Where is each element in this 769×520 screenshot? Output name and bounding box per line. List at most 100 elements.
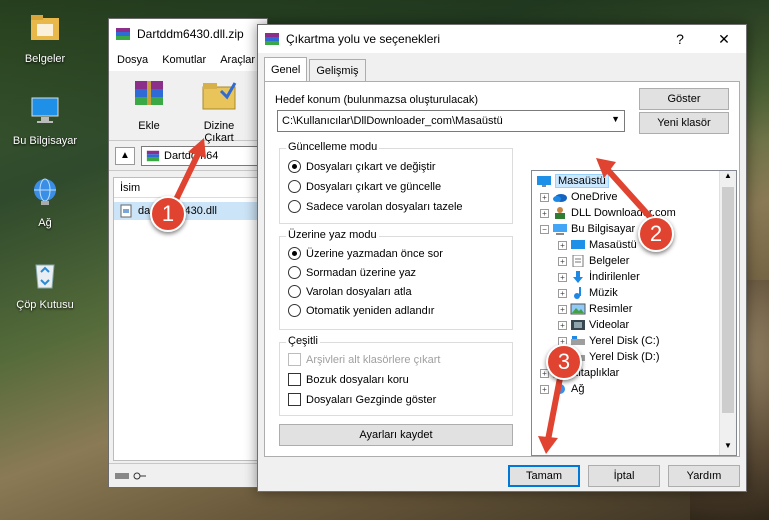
target-label: Hedef konum (bulunmazsa oluşturulacak) xyxy=(275,94,478,106)
desktop-icon-this-pc[interactable]: Bu Bilgisayar xyxy=(5,92,85,147)
expand-icon[interactable]: + xyxy=(558,272,567,282)
desktop-icon-recycle-bin[interactable]: Çöp Kutusu xyxy=(5,256,85,311)
column-header-name[interactable]: İsim xyxy=(114,178,266,198)
tree-item-videos[interactable]: + Videolar xyxy=(558,317,629,333)
documents-icon xyxy=(572,255,584,267)
checkbox-disabled xyxy=(288,353,301,366)
dialog-titlebar[interactable]: Çıkartma yolu ve seçenekleri ? ✕ xyxy=(258,25,746,53)
overwrite-mode-title: Üzerine yaz modu xyxy=(286,229,379,241)
overwrite-option-skip[interactable]: Varolan dosyaları atla xyxy=(288,285,412,298)
save-settings-button[interactable]: Ayarları kaydet xyxy=(279,424,513,446)
misc-option-subfolders: Arşivleri alt klasörlere çıkart xyxy=(288,353,440,366)
radio[interactable] xyxy=(288,200,301,213)
help-button[interactable]: Yardım xyxy=(668,465,740,487)
tree-item-pictures[interactable]: + Resimler xyxy=(558,301,632,317)
show-button[interactable]: Göster xyxy=(639,88,729,110)
path-field[interactable]: Dartddm64 xyxy=(141,145,267,166)
expand-icon[interactable]: + xyxy=(558,320,567,330)
option-label: Dosyaları çıkart ve değiştir xyxy=(306,160,436,173)
misc-option-show-in-explorer[interactable]: Dosyaları Gezginde göster xyxy=(288,393,436,406)
ok-button[interactable]: Tamam xyxy=(508,465,580,487)
radio[interactable] xyxy=(288,180,301,193)
tree-item-desktop[interactable]: + Masaüstü xyxy=(558,237,637,253)
add-button[interactable]: Ekle xyxy=(119,71,179,140)
tree-item-desktop-root[interactable]: Masaüstü xyxy=(536,173,609,189)
download-arrow-icon xyxy=(573,271,583,283)
tree-item-label: Ağ xyxy=(571,383,585,395)
radio[interactable] xyxy=(288,304,301,317)
tree-item-label: İndirilenler xyxy=(589,271,640,283)
tree-item-network[interactable]: + Ağ xyxy=(540,381,584,397)
misc-title: Çeşitli xyxy=(286,335,320,347)
option-label: Üzerine yazmadan önce sor xyxy=(306,247,443,260)
menu-file[interactable]: Dosya xyxy=(117,54,148,66)
winrar-titlebar[interactable]: Dartddm6430.dll.zip xyxy=(109,19,267,49)
tree-scrollbar[interactable]: ▲ ▼ xyxy=(719,171,736,455)
desktop-icon-label: Ağ xyxy=(38,217,52,229)
tab-general[interactable]: Genel xyxy=(264,57,308,81)
target-path-value: C:\Kullanıcılar\DllDownloader_com\Masaüs… xyxy=(282,115,503,127)
update-option-replace[interactable]: Dosyaları çıkart ve değiştir xyxy=(288,160,436,173)
step-badge-3: 3 xyxy=(546,344,582,380)
expand-icon[interactable]: + xyxy=(540,208,549,218)
overwrite-option-rename[interactable]: Otomatik yeniden adlandır xyxy=(288,304,434,317)
radio-selected[interactable] xyxy=(288,247,301,260)
tree-item-onedrive[interactable]: + OneDrive xyxy=(540,189,617,205)
close-button[interactable]: ✕ xyxy=(702,25,746,53)
menu-commands[interactable]: Komutlar xyxy=(162,54,206,66)
chevron-down-icon[interactable]: ▼ xyxy=(611,114,620,124)
tree-item-label: Masaüstü xyxy=(589,239,637,251)
radio[interactable] xyxy=(288,285,301,298)
expand-icon[interactable]: + xyxy=(540,192,549,202)
tab-advanced[interactable]: Gelişmiş xyxy=(309,59,366,81)
overwrite-option-ask[interactable]: Üzerine yazmadan önce sor xyxy=(288,247,443,260)
expand-icon[interactable]: + xyxy=(558,256,567,266)
overwrite-option-without-prompt[interactable]: Sormadan üzerine yaz xyxy=(288,266,416,279)
file-row[interactable]: dartddm6430.dll xyxy=(114,202,266,220)
update-mode-title: Güncelleme modu xyxy=(286,141,380,153)
extract-to-button[interactable]: Dizine Çıkart xyxy=(189,71,249,144)
update-option-update[interactable]: Dosyaları çıkart ve güncelle xyxy=(288,180,441,193)
help-question-button[interactable]: ? xyxy=(658,25,702,53)
radio-selected[interactable] xyxy=(288,160,301,173)
new-folder-button[interactable]: Yeni klasör xyxy=(639,112,729,134)
drive-icon xyxy=(115,472,129,479)
expand-icon[interactable]: + xyxy=(558,240,567,250)
misc-option-keep-broken[interactable]: Bozuk dosyaları koru xyxy=(288,373,409,386)
tree-item-music[interactable]: + Müzik xyxy=(558,285,618,301)
target-path-combo[interactable]: C:\Kullanıcılar\DllDownloader_com\Masaüs… xyxy=(277,110,625,132)
tree-item-label: Belgeler xyxy=(589,255,630,267)
tree-item-documents[interactable]: + Belgeler xyxy=(558,253,629,269)
checkbox[interactable] xyxy=(288,373,301,386)
extract-to-button-label: Dizine Çıkart xyxy=(203,120,235,144)
desktop-icon-network[interactable]: Ağ xyxy=(5,174,85,229)
expand-icon[interactable]: + xyxy=(540,384,549,394)
menu-tools[interactable]: Araçlar xyxy=(220,54,255,66)
cancel-button[interactable]: İptal xyxy=(588,465,660,487)
overwrite-mode-group: Üzerine yaz modu Üzerine yazmadan önce s… xyxy=(279,229,513,330)
desktop-icon-documents[interactable]: Belgeler xyxy=(5,10,85,65)
tree-item-this-pc[interactable]: − Bu Bilgisayar xyxy=(540,221,635,237)
onedrive-cloud-icon xyxy=(553,194,567,202)
folder-icon xyxy=(31,15,59,40)
desktop-icon-label: Çöp Kutusu xyxy=(16,299,74,311)
expand-icon[interactable]: + xyxy=(558,288,567,298)
collapse-icon[interactable]: − xyxy=(540,224,549,234)
winrar-statusbar xyxy=(109,463,267,487)
checkbox[interactable] xyxy=(288,393,301,406)
tree-item-downloads[interactable]: + İndirilenler xyxy=(558,269,640,285)
update-mode-group: Güncelleme modu Dosyaları çıkart ve deği… xyxy=(279,141,513,224)
scroll-thumb[interactable] xyxy=(722,187,734,413)
music-note-icon xyxy=(574,287,581,299)
radio[interactable] xyxy=(288,266,301,279)
dialog-tabs: Genel Gelişmiş xyxy=(264,57,368,81)
option-label: Sormadan üzerine yaz xyxy=(306,266,417,279)
tree-item-label: Resimler xyxy=(589,303,633,315)
up-folder-button[interactable]: ▲ xyxy=(115,146,135,165)
scroll-down-icon[interactable]: ▼ xyxy=(720,441,736,455)
expand-icon[interactable]: + xyxy=(558,304,567,314)
computer-icon xyxy=(553,224,567,235)
column-header-label: İsim xyxy=(120,181,141,194)
update-option-freshen[interactable]: Sadece varolan dosyaları tazele xyxy=(288,200,463,213)
scroll-up-icon[interactable]: ▲ xyxy=(720,171,736,185)
